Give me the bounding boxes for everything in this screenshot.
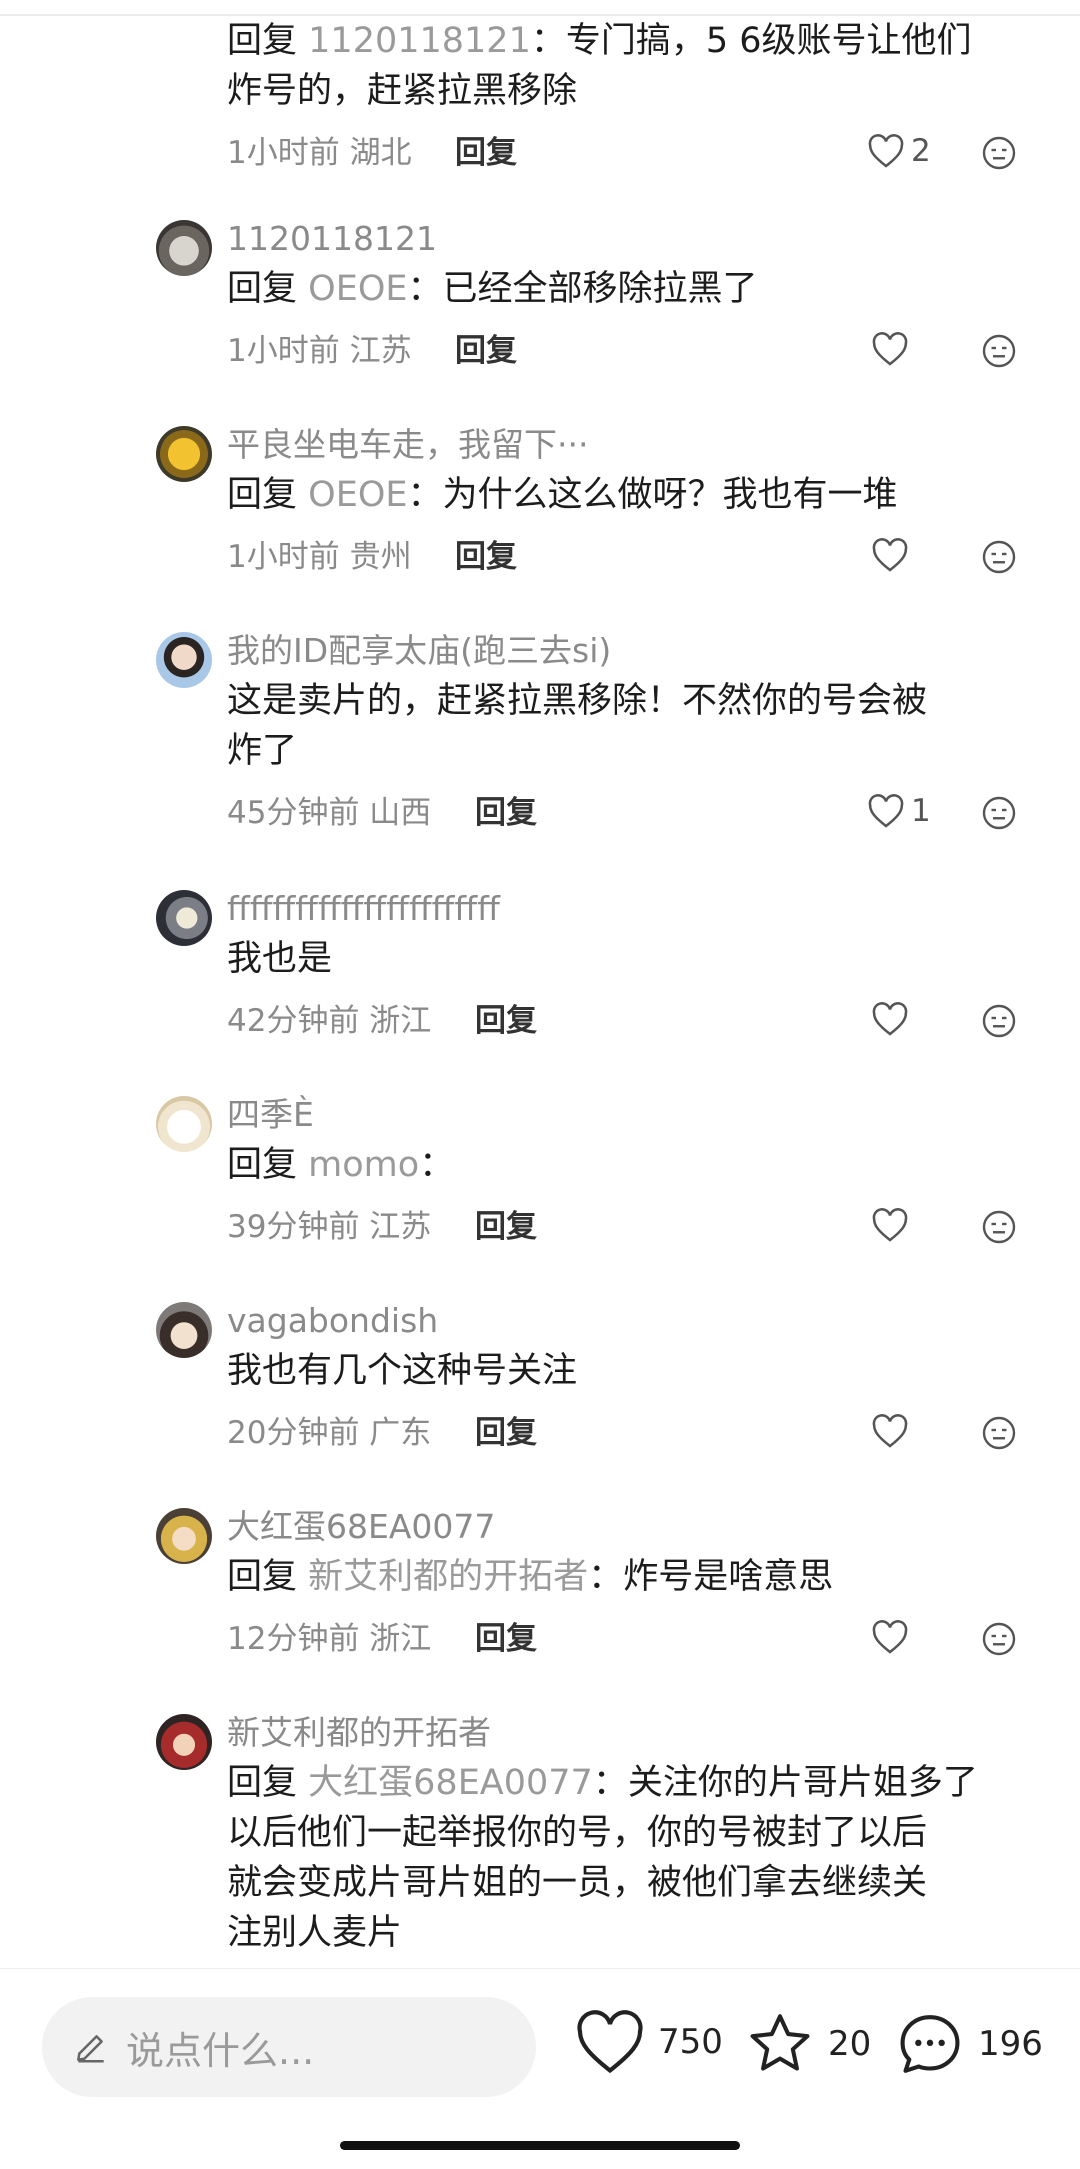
comment-time-location: 20分钟前 广东 [227,1415,432,1451]
reply-target-link[interactable]: 新艾利都的开拓者 [308,1557,588,1597]
neutral-face-icon[interactable] [981,1209,1017,1245]
heart-icon [872,1208,908,1242]
avatar[interactable] [156,1096,212,1152]
comment-author[interactable]: ffffffffffffffffffffffff [227,884,1040,934]
reply-button[interactable]: 回复 [455,128,517,178]
comment-author[interactable]: 大红蛋68EA0077 [227,1502,1040,1552]
comment-text: 回复 momo： [227,1145,455,1185]
like-button[interactable] [871,1619,909,1655]
pencil-icon [77,2035,104,2063]
like-button[interactable] [871,331,909,367]
comment-author[interactable]: 四季È [227,1090,1040,1140]
comment-meta: 39分钟前 江苏 回复 [227,1202,1040,1252]
comment-author[interactable]: 平良坐电车走，我留下··· [227,420,1040,470]
speech-bubble-icon [900,2015,960,2073]
comment-button[interactable]: 196 [894,2009,1043,2079]
like-count: 2 [911,133,931,169]
neutral-face-icon[interactable] [981,135,1017,171]
comment-time-location: 1小时前 湖北 [227,135,412,171]
neutral-face-icon[interactable] [981,795,1017,831]
comment-meta: 42分钟前 浙江 回复 [227,996,1040,1046]
like-button[interactable]: 1 [867,793,931,829]
heart-icon [872,1414,908,1448]
reply-target-link[interactable]: 1120118121 [308,21,531,61]
reply-button[interactable]: 回复 [475,996,537,1046]
star-icon [750,2014,810,2071]
home-indicator[interactable] [340,2141,740,2150]
avatar[interactable] [156,1714,212,1770]
heart-icon [872,1002,908,1036]
heart-icon [872,1620,908,1654]
avatar[interactable] [156,220,212,276]
comment-text: 回复 新艾利都的开拓者：炸号是啥意思 [227,1557,834,1597]
avatar[interactable] [156,1302,212,1358]
reply-button[interactable]: 回复 [455,532,517,582]
comment-meta: 1小时前 贵州 回复 [227,532,1040,582]
reply-button[interactable]: 回复 [455,326,517,376]
neutral-face-icon[interactable] [981,1003,1017,1039]
reply-button[interactable]: 回复 [475,1614,537,1664]
reply-target-link[interactable]: momo [308,1145,419,1185]
comment-text: 回复 1120118121：专门搞，5 6级账号让他们 炸号的，赶紧拉黑移除 [227,21,972,111]
reply-target-link[interactable]: OEOE [308,475,407,515]
comment-time-location: 45分钟前 山西 [227,795,432,831]
comment-count: 196 [978,2024,1043,2064]
comment-meta: 1小时前 湖北 回复 2 [227,128,1040,178]
heart-icon [868,134,904,168]
comment-text: 回复 OEOE：已经全部移除拉黑了 [227,269,758,309]
comment-input-placeholder: 说点什么... [126,2028,315,2073]
comment-meta: 1小时前 江苏 回复 [227,326,1040,376]
comment-author[interactable]: vagabondish [227,1296,1040,1346]
comment-time-location: 1小时前 江苏 [227,333,412,369]
reply-target-link[interactable]: OEOE [308,269,407,309]
neutral-face-icon[interactable] [981,1415,1017,1451]
like-button[interactable] [871,1413,909,1449]
favorite-button[interactable]: 20 [744,2009,871,2079]
avatar[interactable] [156,426,212,482]
like-count: 750 [658,2022,723,2062]
reply-button[interactable]: 回复 [475,1408,537,1458]
comment-meta: 45分钟前 山西 回复 1 [227,788,1040,838]
comment-meta: 12分钟前 浙江 回复 [227,1614,1040,1664]
avatar[interactable] [156,632,212,688]
comment-text: 我也是 [227,939,333,979]
heart-icon [872,332,908,366]
reply-button[interactable]: 回复 [475,1202,537,1252]
reply-button[interactable]: 回复 [475,788,537,838]
bottom-action-bar: 说点什么... 750 20 196 [0,1968,1080,2169]
comment-time-location: 39分钟前 江苏 [227,1209,432,1245]
like-count: 1 [911,793,931,829]
like-button[interactable] [871,1207,909,1243]
like-post-button[interactable]: 750 [574,2009,723,2075]
reply-target-link[interactable]: 大红蛋68EA0077 [308,1763,593,1803]
like-button[interactable] [871,537,909,573]
heart-icon [577,2010,643,2074]
heart-icon [868,794,904,828]
avatar[interactable] [156,890,212,946]
avatar[interactable] [156,1508,212,1564]
comment-input[interactable]: 说点什么... [42,1997,536,2097]
comment-author[interactable]: 我的ID配享太庙(跑三去si) [227,626,1040,676]
comment-text: 这是卖片的，赶紧拉黑移除！不然你的号会被 炸了 [227,681,928,771]
heart-icon [872,538,908,572]
like-button[interactable]: 2 [867,133,931,169]
comment-text: 我也有几个这种号关注 [227,1351,578,1391]
comment-time-location: 42分钟前 浙江 [227,1003,432,1039]
neutral-face-icon[interactable] [981,539,1017,575]
comment-time-location: 12分钟前 浙江 [227,1621,432,1657]
neutral-face-icon[interactable] [981,333,1017,369]
comment-meta: 20分钟前 广东 回复 [227,1408,1040,1458]
favorite-count: 20 [828,2024,872,2064]
comment-text: 回复 大红蛋68EA0077：关注你的片哥片姐多了 以后他们一起举报你的号，你的… [227,1763,978,1953]
comment-time-location: 1小时前 贵州 [227,539,412,575]
comment-author[interactable]: 1120118121 [227,214,1040,264]
comment-author[interactable]: 新艾利都的开拓者 [227,1708,1040,1758]
neutral-face-icon[interactable] [981,1621,1017,1657]
comment-text: 回复 OEOE：为什么这么做呀？我也有一堆 [227,475,898,515]
like-button[interactable] [871,1001,909,1037]
